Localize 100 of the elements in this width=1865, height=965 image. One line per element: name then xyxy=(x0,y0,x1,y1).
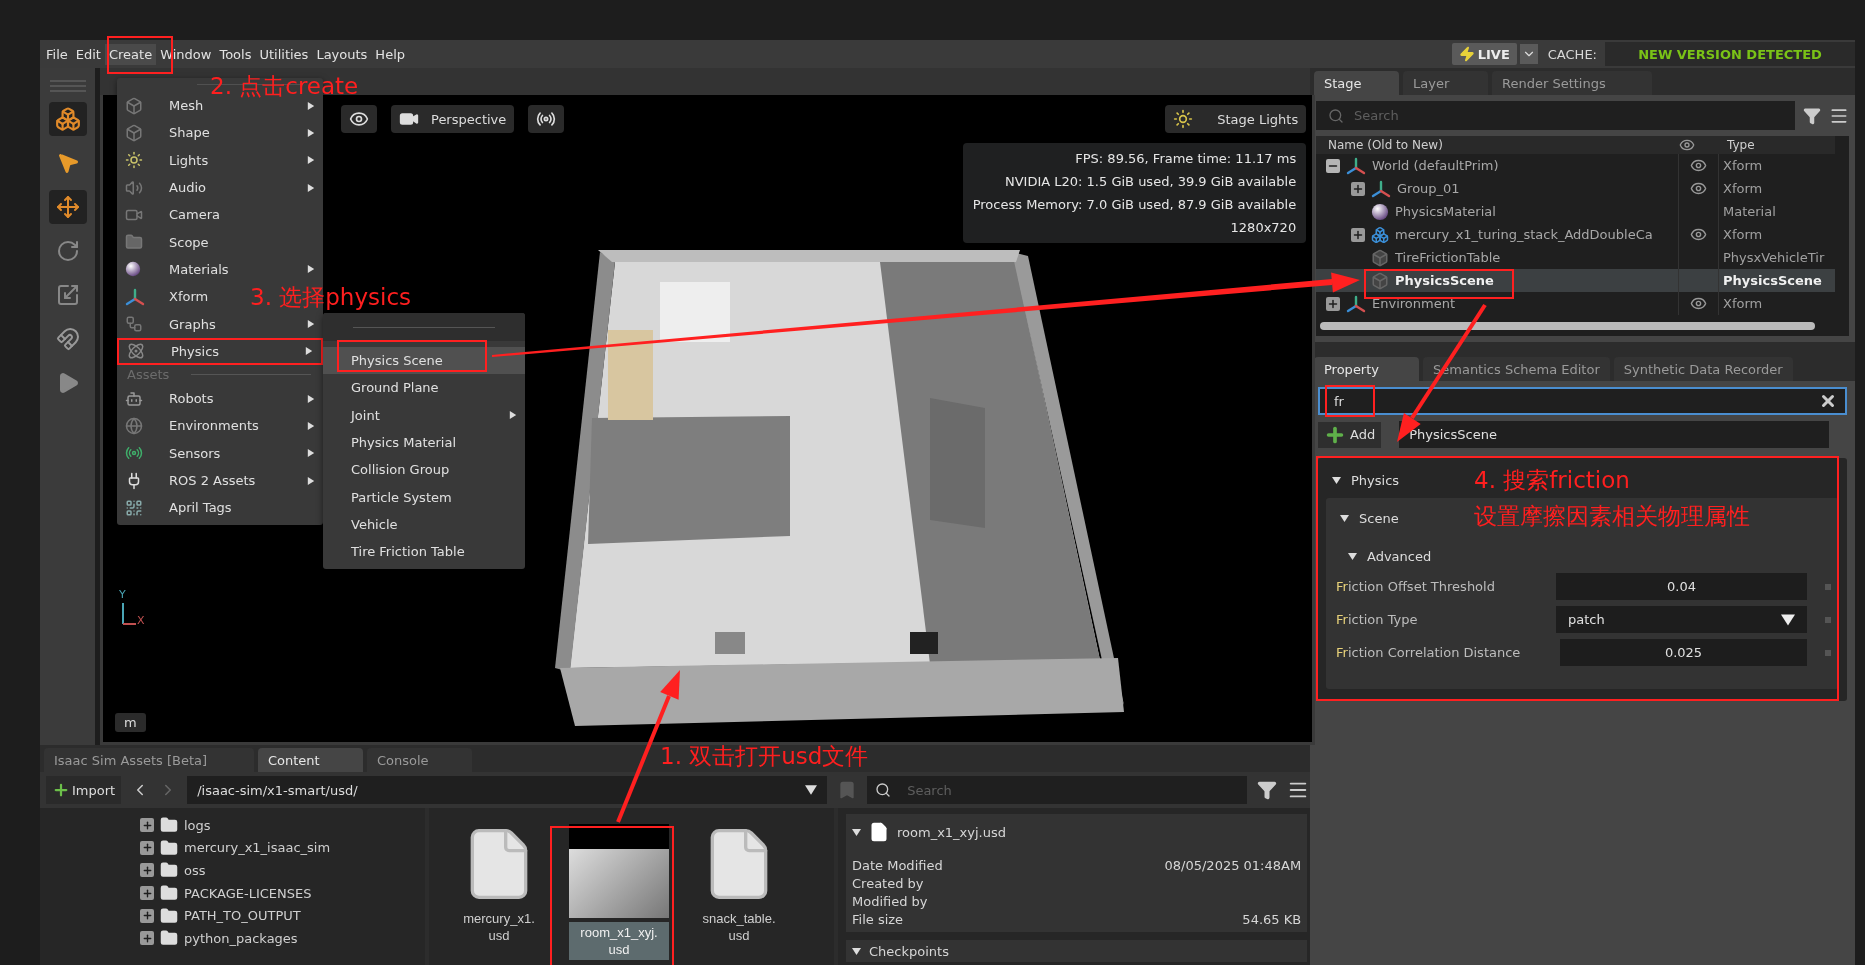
filter-button[interactable] xyxy=(1803,106,1821,125)
folder-item[interactable]: PACKAGE-LICENSES xyxy=(140,883,425,903)
menu-item[interactable]: April Tags xyxy=(117,494,248,522)
stage-lights-button[interactable]: Stage Lights xyxy=(1165,105,1307,133)
live-dropdown[interactable] xyxy=(1519,44,1538,64)
group-header[interactable]: Physics xyxy=(1326,466,1406,494)
eye-icon[interactable] xyxy=(1690,295,1707,312)
expand-icon[interactable] xyxy=(140,818,154,833)
group-header[interactable]: Scene xyxy=(1326,504,1405,532)
filter-button[interactable] xyxy=(1257,780,1278,800)
tab[interactable]: Layer xyxy=(1403,71,1488,95)
folder-item[interactable]: logs xyxy=(140,816,425,835)
menu-item[interactable]: Graphs xyxy=(117,310,323,338)
number-field[interactable]: 0.04 xyxy=(1556,573,1807,600)
column-header[interactable]: Type xyxy=(1719,138,1835,152)
tree-row[interactable]: PhysicsMaterial Material xyxy=(1316,200,1835,223)
folder-item[interactable]: oss xyxy=(140,861,425,880)
tab[interactable]: Property xyxy=(1314,357,1419,381)
expand-icon[interactable] xyxy=(1351,181,1365,196)
asset-tile[interactable]: snack_table. usd xyxy=(679,818,799,965)
search-input[interactable]: fr xyxy=(1332,392,1819,410)
menu-item[interactable]: Collision Group xyxy=(323,456,525,484)
tree-row[interactable]: PhysicsScene PhysicsScene xyxy=(1316,269,1835,292)
tree-row[interactable]: Environment Xform xyxy=(1316,292,1835,315)
menu-item[interactable]: Camera xyxy=(117,201,237,229)
search-field[interactable]: Search xyxy=(867,776,1248,804)
tree-row[interactable]: mercury_x1_turing_stack_AddDoubleCa Xform xyxy=(1316,223,1835,246)
menu-item[interactable]: Scope xyxy=(117,228,225,256)
menu-item[interactable]: Help xyxy=(371,43,409,65)
expand-icon[interactable] xyxy=(140,886,154,901)
asset-tile[interactable]: mercury_x1. usd xyxy=(439,818,559,965)
menu-item[interactable]: Environments xyxy=(117,412,323,440)
units-button[interactable]: m xyxy=(115,713,146,732)
tab[interactable]: Render Settings xyxy=(1492,71,1652,95)
dropdown-field[interactable]: patch xyxy=(1556,606,1807,633)
group-header[interactable]: Advanced xyxy=(1326,542,1438,570)
search-input[interactable]: Search xyxy=(1352,107,1783,124)
checkpoints-header[interactable]: Checkpoints xyxy=(846,940,1308,962)
collapse-icon[interactable] xyxy=(1326,158,1340,173)
menu-item[interactable]: Lights xyxy=(117,146,323,174)
live-button[interactable]: LIVE xyxy=(1451,43,1517,65)
column-header[interactable]: Name (Old to New) xyxy=(1316,138,1679,152)
visibility-button[interactable] xyxy=(341,105,377,133)
close-icon[interactable] xyxy=(1819,392,1837,410)
menu-item[interactable]: Physics Scene xyxy=(323,347,525,375)
menu-item[interactable]: Joint xyxy=(323,401,525,429)
menu-item[interactable]: Physics Material xyxy=(323,428,525,457)
select-mode-button[interactable] xyxy=(48,102,87,136)
folder-item[interactable]: mercury_x1_isaac_sim xyxy=(140,838,425,858)
expand-icon[interactable] xyxy=(140,931,154,946)
search-field[interactable]: fr xyxy=(1318,387,1847,415)
asset-tile[interactable]: room_x1_xyj. usd xyxy=(559,818,679,965)
eye-icon[interactable] xyxy=(1690,180,1707,197)
tab[interactable]: Stage xyxy=(1314,71,1399,95)
add-button[interactable]: Add xyxy=(1318,421,1382,448)
menu-item[interactable]: Robots xyxy=(117,384,323,413)
eye-icon[interactable] xyxy=(1690,226,1707,243)
tab[interactable]: Content xyxy=(258,748,363,772)
menu-item[interactable]: Vehicle xyxy=(323,510,525,539)
tree-row[interactable]: Group_01 Xform xyxy=(1316,177,1835,200)
prim-path-field[interactable]: PhysicsScene xyxy=(1399,421,1829,448)
expand-icon[interactable] xyxy=(1351,227,1365,242)
menu-item[interactable]: Materials xyxy=(117,255,323,284)
expand-icon[interactable] xyxy=(140,863,154,878)
tab[interactable]: Console xyxy=(367,748,472,772)
search-input[interactable]: Search xyxy=(905,781,1240,799)
menu-item[interactable]: Shape xyxy=(117,119,323,147)
expand-icon[interactable] xyxy=(140,840,154,855)
scrollbar[interactable] xyxy=(1320,322,1815,330)
menu-item[interactable]: Edit xyxy=(71,43,105,65)
grip-icon[interactable] xyxy=(49,80,86,92)
menu-item[interactable]: Tools xyxy=(215,43,256,65)
menu-item[interactable]: Layouts xyxy=(312,43,372,65)
path-field[interactable]: /isaac-sim/x1-smart/usd/ xyxy=(187,776,828,804)
broadcast-button[interactable] xyxy=(528,105,565,133)
menu-item[interactable]: Physics xyxy=(117,337,323,365)
tab[interactable]: Isaac Sim Assets [Beta] xyxy=(44,748,254,772)
number-field[interactable]: 0.025 xyxy=(1560,639,1807,666)
menu-item[interactable]: Particle System xyxy=(323,483,525,511)
expand-icon[interactable] xyxy=(1326,296,1340,311)
menu-item[interactable]: Xform xyxy=(117,283,225,311)
eye-icon[interactable] xyxy=(1690,157,1707,174)
camera-button[interactable]: Perspective xyxy=(391,105,515,133)
folder-item[interactable]: python_packages xyxy=(140,928,425,948)
move-tool[interactable] xyxy=(48,190,87,224)
folder-item[interactable]: PATH_TO_OUTPUT xyxy=(140,906,425,925)
menu-item[interactable]: Ground Plane xyxy=(323,374,525,402)
expand-icon[interactable] xyxy=(140,908,154,923)
menu-item[interactable]: Audio xyxy=(117,173,323,202)
menu-item[interactable]: ROS 2 Assets xyxy=(117,466,323,495)
search-field[interactable]: Search xyxy=(1316,101,1795,130)
menu-item[interactable]: Tire Friction Table xyxy=(323,538,525,566)
menu-item[interactable]: File xyxy=(42,43,72,65)
tab[interactable]: Synthetic Data Recorder xyxy=(1613,357,1793,381)
import-button[interactable]: Import xyxy=(46,776,122,804)
prim-name: PhysicsScene xyxy=(1395,273,1494,288)
menu-item[interactable]: Create xyxy=(104,43,157,65)
menu-item[interactable]: Utilities xyxy=(255,43,313,65)
menu-item[interactable]: Sensors xyxy=(117,439,323,467)
tree-row[interactable]: World (defaultPrim) Xform xyxy=(1316,154,1835,177)
